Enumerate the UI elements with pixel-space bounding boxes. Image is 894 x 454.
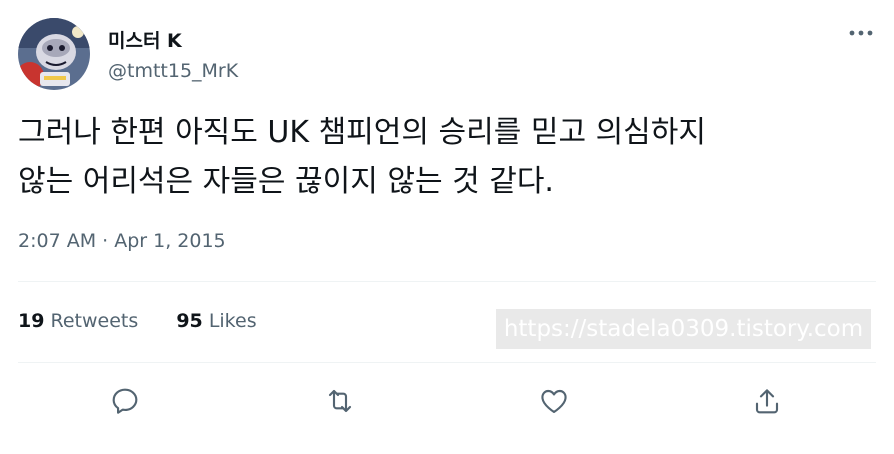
likes-count: 95 <box>176 310 203 332</box>
watermark: https://stadela0309.tistory.com <box>496 309 871 349</box>
retweet-icon <box>328 389 352 413</box>
retweets-label: Retweets <box>50 310 139 332</box>
retweet-button[interactable] <box>320 381 360 421</box>
tweet-timestamp[interactable]: 2:07 AM · Apr 1, 2015 <box>18 230 226 252</box>
retweets-stat[interactable]: 19 Retweets <box>18 310 138 332</box>
divider <box>18 362 876 363</box>
avatar[interactable] <box>18 18 90 90</box>
share-icon <box>755 389 779 414</box>
more-icon <box>849 30 873 36</box>
tweet-text: 그러나 한편 아직도 UK 챔피언의 승리를 믿고 의심하지 않는 어리석은 자… <box>18 115 706 199</box>
divider <box>18 281 876 282</box>
heart-icon <box>541 389 567 413</box>
display-name[interactable]: 미스터 K <box>108 26 182 53</box>
reply-icon <box>112 388 138 414</box>
user-handle[interactable]: @tmtt15_MrK <box>108 60 238 82</box>
likes-label: Likes <box>208 310 257 332</box>
share-button[interactable] <box>747 381 787 421</box>
likes-stat[interactable]: 95 Likes <box>176 310 256 332</box>
retweets-count: 19 <box>18 310 45 332</box>
reply-button[interactable] <box>105 381 145 421</box>
like-button[interactable] <box>534 381 574 421</box>
tweet-stats: 19 Retweets 95 Likes <box>18 310 257 332</box>
more-options-button[interactable] <box>846 20 876 46</box>
